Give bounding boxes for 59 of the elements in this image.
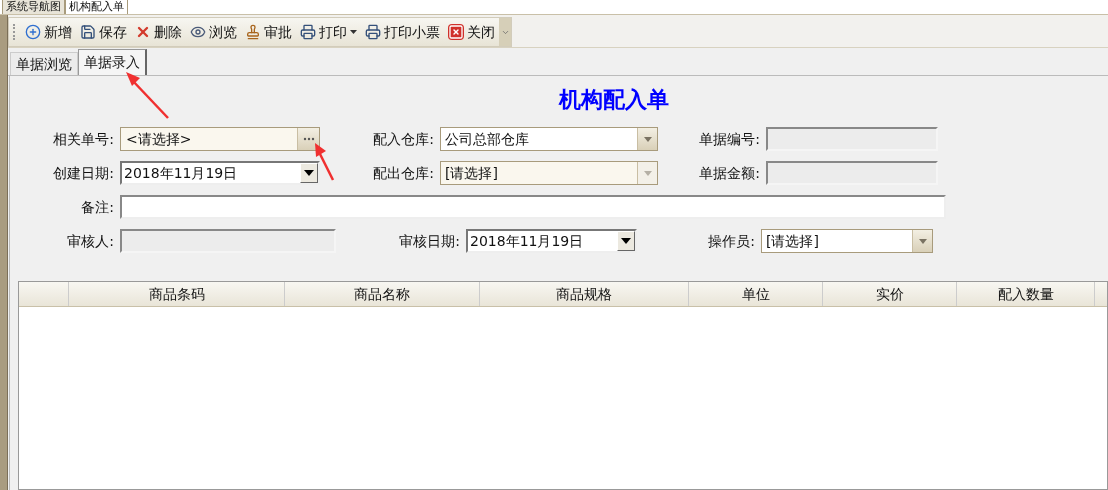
tab[interactable]: 单据录入	[78, 49, 147, 75]
toolbar-button[interactable]: 保存	[76, 19, 131, 45]
column-header[interactable]: 商品名称	[285, 282, 480, 306]
toolbar-button[interactable]: 打印	[296, 19, 361, 45]
toolbar-button[interactable]: 新增	[21, 19, 76, 45]
document-tab[interactable]: 机构配入单	[65, 0, 128, 14]
printer-icon	[365, 24, 381, 40]
field-label: 操作员:	[708, 231, 755, 251]
field-value: [请选择]	[765, 232, 820, 251]
field-value: [请选择]	[444, 164, 499, 183]
add-icon	[25, 24, 41, 40]
close-icon	[448, 24, 464, 40]
column-header[interactable]: 单位	[689, 282, 823, 306]
eye-icon	[190, 24, 206, 40]
toolbar-button[interactable]: 打印小票	[361, 19, 444, 45]
dropdown-field[interactable]: 公司总部仓库	[440, 127, 658, 151]
field-label: 配出仓库:	[373, 163, 434, 183]
dropdown-arrow-icon	[304, 170, 314, 176]
date-field[interactable]: 2018年11月19日	[466, 229, 637, 253]
stamp-icon	[245, 24, 261, 40]
dropdown-arrow-icon	[621, 238, 631, 244]
printer-icon	[300, 24, 316, 40]
field-label: 审核人:	[67, 231, 114, 251]
toolbar-button[interactable]: 删除	[131, 19, 186, 45]
remark-field[interactable]	[120, 195, 946, 219]
field-value: 2018年11月19日	[469, 232, 585, 251]
field-label: 单据金额:	[699, 163, 760, 183]
field-label: 单据编号:	[699, 129, 760, 149]
toolbar-button[interactable]: 关闭	[444, 19, 499, 45]
dropdown-arrow-icon	[643, 136, 652, 142]
caret-icon	[350, 30, 357, 34]
toolbar-button[interactable]: 审批	[241, 19, 296, 45]
field-label: 审核日期:	[399, 231, 460, 251]
column-header[interactable]: 商品规格	[480, 282, 689, 306]
form-title: 机构配入单	[559, 84, 669, 114]
column-header[interactable]: 商品条码	[69, 282, 285, 306]
picker-field[interactable]: <请选择>	[120, 127, 320, 151]
field-label: 配入仓库:	[373, 129, 434, 149]
field-value: 2018年11月19日	[123, 164, 239, 183]
dropdown-field[interactable]: [请选择]	[761, 229, 933, 253]
save-icon	[80, 24, 96, 40]
field-label: 创建日期:	[53, 163, 114, 183]
arrow-drawing	[312, 142, 336, 182]
delete-icon	[135, 24, 151, 40]
tab[interactable]: 单据浏览	[10, 52, 78, 75]
toolbar-button[interactable]: 浏览	[186, 19, 241, 45]
field-value: <请选择>	[125, 130, 193, 149]
dropdown-arrow-icon	[918, 238, 927, 244]
browse-button[interactable]	[297, 128, 319, 150]
dropdown-arrow-icon	[643, 170, 652, 176]
date-field[interactable]: 2018年11月19日	[120, 161, 320, 185]
ellipsis-icon	[302, 137, 315, 141]
field-label: 相关单号:	[53, 129, 114, 149]
document-tab[interactable]: 系统导航图	[2, 0, 65, 14]
arrow-drawing	[124, 70, 170, 120]
field-label: 备注:	[81, 197, 114, 217]
field-value: 公司总部仓库	[444, 130, 530, 149]
column-header[interactable]: 实价	[823, 282, 957, 306]
column-header[interactable]: 配入数量	[957, 282, 1095, 306]
